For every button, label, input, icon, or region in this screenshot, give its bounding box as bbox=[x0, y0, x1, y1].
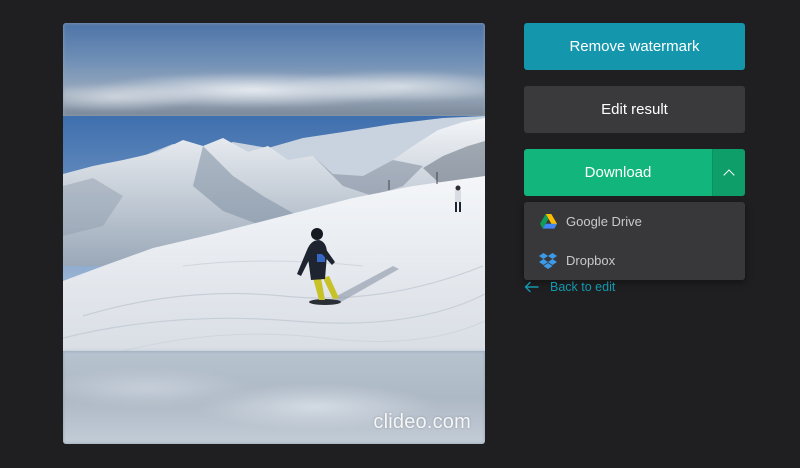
edit-result-button[interactable]: Edit result bbox=[524, 86, 745, 133]
remove-watermark-button[interactable]: Remove watermark bbox=[524, 23, 745, 70]
download-options-toggle[interactable] bbox=[712, 149, 745, 196]
download-option-dropbox[interactable]: Dropbox bbox=[524, 241, 745, 280]
watermark-text: clideo.com bbox=[373, 411, 471, 433]
back-to-edit-link[interactable]: Back to edit bbox=[524, 279, 615, 295]
google-drive-icon bbox=[539, 214, 557, 230]
download-split-button: Download bbox=[524, 149, 745, 196]
download-button[interactable]: Download bbox=[524, 149, 712, 196]
dropbox-label: Dropbox bbox=[566, 253, 616, 268]
chevron-up-icon bbox=[723, 168, 735, 181]
google-drive-label: Google Drive bbox=[566, 214, 642, 229]
back-to-edit-label: Back to edit bbox=[550, 280, 616, 294]
download-option-google-drive[interactable]: Google Drive bbox=[524, 202, 745, 241]
blurred-background-top bbox=[63, 23, 485, 116]
video-frame bbox=[63, 116, 485, 351]
arrow-left-icon bbox=[524, 281, 540, 293]
download-dropdown-menu: Google Drive Dropbox bbox=[524, 202, 745, 280]
video-preview: clideo.com bbox=[63, 23, 485, 444]
dropbox-icon bbox=[539, 252, 557, 269]
